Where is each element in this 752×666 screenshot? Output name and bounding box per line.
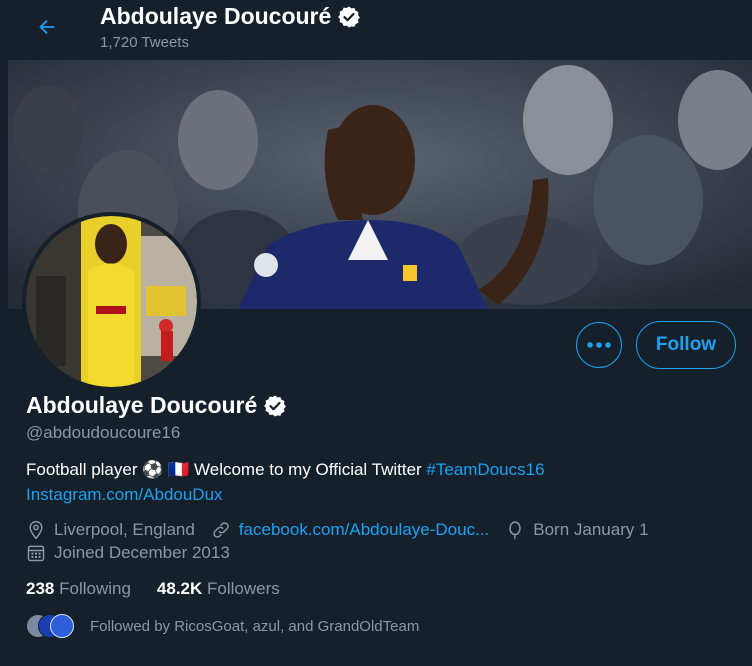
back-arrow-icon: [39, 19, 55, 35]
followers-count: 48.2K: [156, 579, 203, 598]
profile-header-bar: Abdoulaye Doucouré 1,720 Tweets: [8, 0, 752, 60]
more-options-button[interactable]: [576, 322, 622, 368]
bio-instagram-link[interactable]: Instagram.com/AbdouDux: [26, 485, 223, 504]
profile-name-text: Abdoulaye Doucouré: [26, 392, 258, 418]
avatar-image: [26, 216, 197, 387]
followers-link[interactable]: 48.2K Followers: [157, 579, 280, 599]
birthday-item: Born January 1: [505, 519, 649, 540]
verified-badge-icon: [264, 395, 287, 416]
follow-button[interactable]: Follow: [636, 321, 736, 369]
location-item: Liverpool, England: [26, 520, 195, 540]
tweet-count: 1,720 Tweets: [100, 34, 189, 51]
following-count: 238: [26, 579, 55, 598]
header-name: Abdoulaye Doucouré: [100, 3, 361, 30]
bio-text: Football player ⚽ 🇫🇷 Welcome to my Offic…: [26, 460, 427, 479]
bio-hashtag-link[interactable]: #TeamDoucs16: [426, 460, 544, 479]
following-label: Following: [59, 579, 131, 598]
followed-by-row[interactable]: Followed by RicosGoat, azul, and GrandOl…: [26, 614, 419, 638]
website-link[interactable]: facebook.com/Abdoulaye-Douc...: [239, 520, 489, 540]
location-pin-icon: [29, 520, 43, 539]
balloon-icon: [509, 520, 521, 540]
location-text: Liverpool, England: [54, 519, 195, 539]
following-link[interactable]: 238 Following: [26, 579, 131, 599]
birthday-text: Born January 1: [533, 519, 649, 539]
header-name-text: Abdoulaye Doucouré: [100, 3, 332, 29]
joined-text: Joined December 2013: [54, 542, 230, 562]
calendar-icon: [27, 545, 45, 561]
follower-avatar: [50, 614, 74, 638]
verified-badge-icon: [338, 6, 361, 27]
joined-item: Joined December 2013: [26, 543, 230, 563]
profile-name: Abdoulaye Doucouré: [26, 392, 287, 419]
back-button[interactable]: [28, 8, 66, 46]
followed-by-avatars: [26, 614, 76, 638]
left-rail: [0, 0, 8, 666]
follow-counts: 238 Following 48.2K Followers: [26, 579, 280, 599]
website-item: facebook.com/Abdoulaye-Douc...: [211, 520, 489, 540]
followers-label: Followers: [207, 579, 280, 598]
profile-handle: @abdoudoucoure16: [26, 423, 181, 442]
more-dots-icon: [587, 342, 611, 348]
followed-by-text: Followed by RicosGoat, azul, and GrandOl…: [90, 617, 420, 635]
profile-meta: Liverpool, England facebook.com/Abdoulay…: [26, 518, 665, 564]
profile-bio: Football player ⚽ 🇫🇷 Welcome to my Offic…: [26, 457, 726, 507]
profile-avatar[interactable]: [22, 212, 201, 391]
link-icon: [213, 521, 229, 538]
